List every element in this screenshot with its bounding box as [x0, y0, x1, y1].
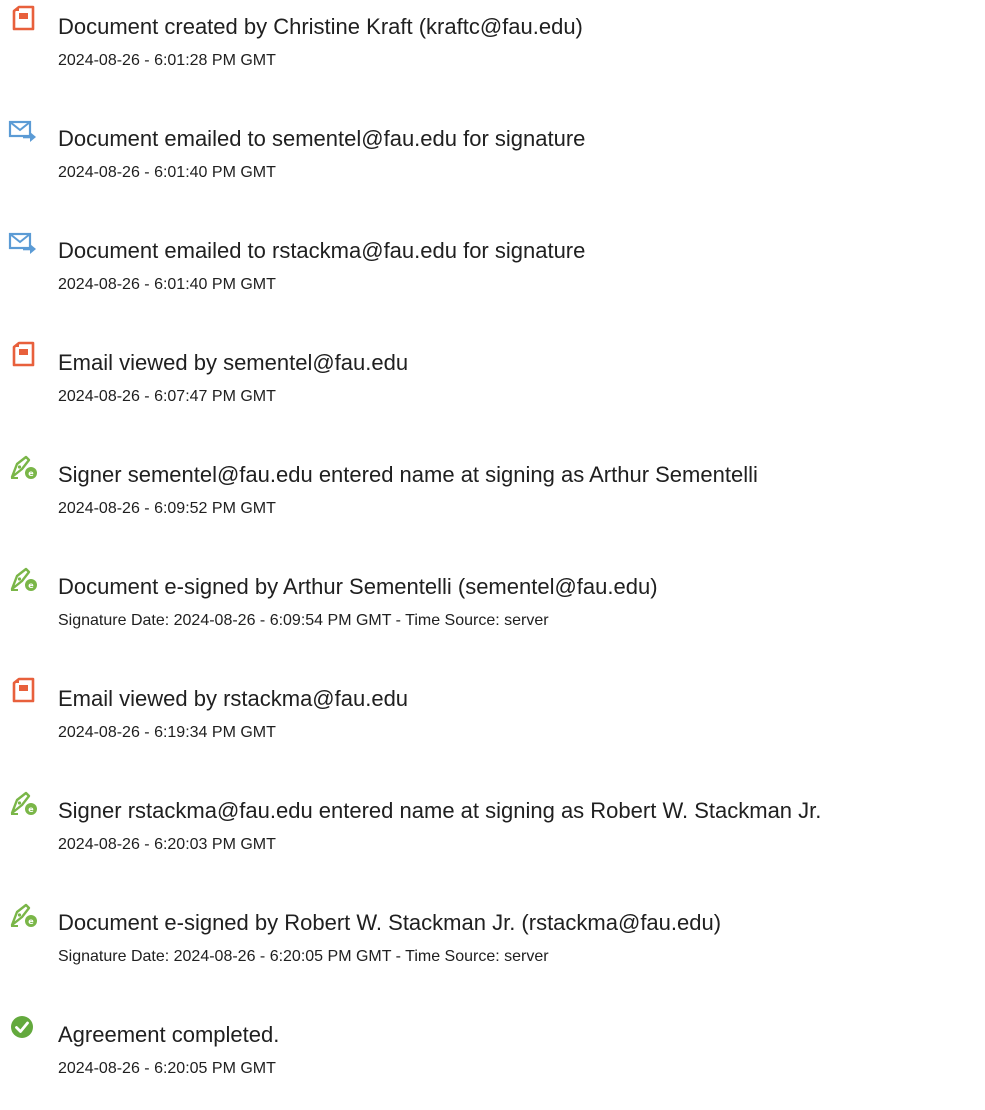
svg-text:e: e: [28, 469, 34, 478]
audit-event: e Document e-signed by Arthur Sementelli…: [0, 560, 985, 650]
event-title: Document e-signed by Arthur Sementelli (…: [58, 574, 658, 599]
esign-pen-icon: e: [8, 789, 40, 817]
svg-text:e: e: [28, 805, 34, 814]
audit-event: e Signer sementel@fau.edu entered name a…: [0, 448, 985, 538]
event-title: Document created by Christine Kraft (kra…: [58, 14, 583, 39]
event-timestamp: 2024-08-26 - 6:19:34 PM GMT: [58, 724, 276, 741]
document-icon: [8, 677, 40, 705]
event-timestamp: 2024-08-26 - 6:09:52 PM GMT: [58, 500, 276, 517]
event-timestamp: 2024-08-26 - 6:01:28 PM GMT: [58, 52, 276, 69]
event-title: Agreement completed.: [58, 1022, 280, 1047]
svg-text:e: e: [28, 917, 34, 926]
email-icon: [8, 229, 40, 257]
event-timestamp: Signature Date: 2024-08-26 - 6:20:05 PM …: [58, 948, 549, 965]
check-circle-icon: [8, 1013, 40, 1041]
event-title: Signer sementel@fau.edu entered name at …: [58, 462, 758, 487]
audit-event: Document emailed to sementel@fau.edu for…: [0, 112, 985, 202]
audit-event: Email viewed by sementel@fau.edu 2024-08…: [0, 336, 985, 426]
audit-event: Email viewed by rstackma@fau.edu 2024-08…: [0, 672, 985, 762]
document-icon: [8, 341, 40, 369]
audit-event: Document created by Christine Kraft (kra…: [0, 0, 985, 90]
event-timestamp: 2024-08-26 - 6:20:05 PM GMT: [58, 1060, 276, 1077]
svg-text:e: e: [28, 581, 34, 590]
esign-pen-icon: e: [8, 453, 40, 481]
audit-event: Document emailed to rstackma@fau.edu for…: [0, 224, 985, 314]
audit-event: Agreement completed. 2024-08-26 - 6:20:0…: [0, 1008, 985, 1098]
event-timestamp: 2024-08-26 - 6:01:40 PM GMT: [58, 276, 276, 293]
email-icon: [8, 117, 40, 145]
event-timestamp: 2024-08-26 - 6:01:40 PM GMT: [58, 164, 276, 181]
audit-event-list: Document created by Christine Kraft (kra…: [0, 0, 985, 1110]
event-title: Document emailed to sementel@fau.edu for…: [58, 126, 586, 151]
esign-pen-icon: e: [8, 901, 40, 929]
event-timestamp: Signature Date: 2024-08-26 - 6:09:54 PM …: [58, 612, 549, 629]
esign-pen-icon: e: [8, 565, 40, 593]
event-timestamp: 2024-08-26 - 6:07:47 PM GMT: [58, 388, 276, 405]
event-title: Document emailed to rstackma@fau.edu for…: [58, 238, 586, 263]
event-timestamp: 2024-08-26 - 6:20:03 PM GMT: [58, 836, 276, 853]
event-title: Email viewed by rstackma@fau.edu: [58, 686, 409, 711]
document-icon: [8, 5, 40, 33]
event-title: Email viewed by sementel@fau.edu: [58, 350, 409, 375]
event-title: Signer rstackma@fau.edu entered name at …: [58, 798, 822, 823]
audit-event: e Document e-signed by Robert W. Stackma…: [0, 896, 985, 986]
audit-event: e Signer rstackma@fau.edu entered name a…: [0, 784, 985, 874]
event-title: Document e-signed by Robert W. Stackman …: [58, 910, 722, 935]
